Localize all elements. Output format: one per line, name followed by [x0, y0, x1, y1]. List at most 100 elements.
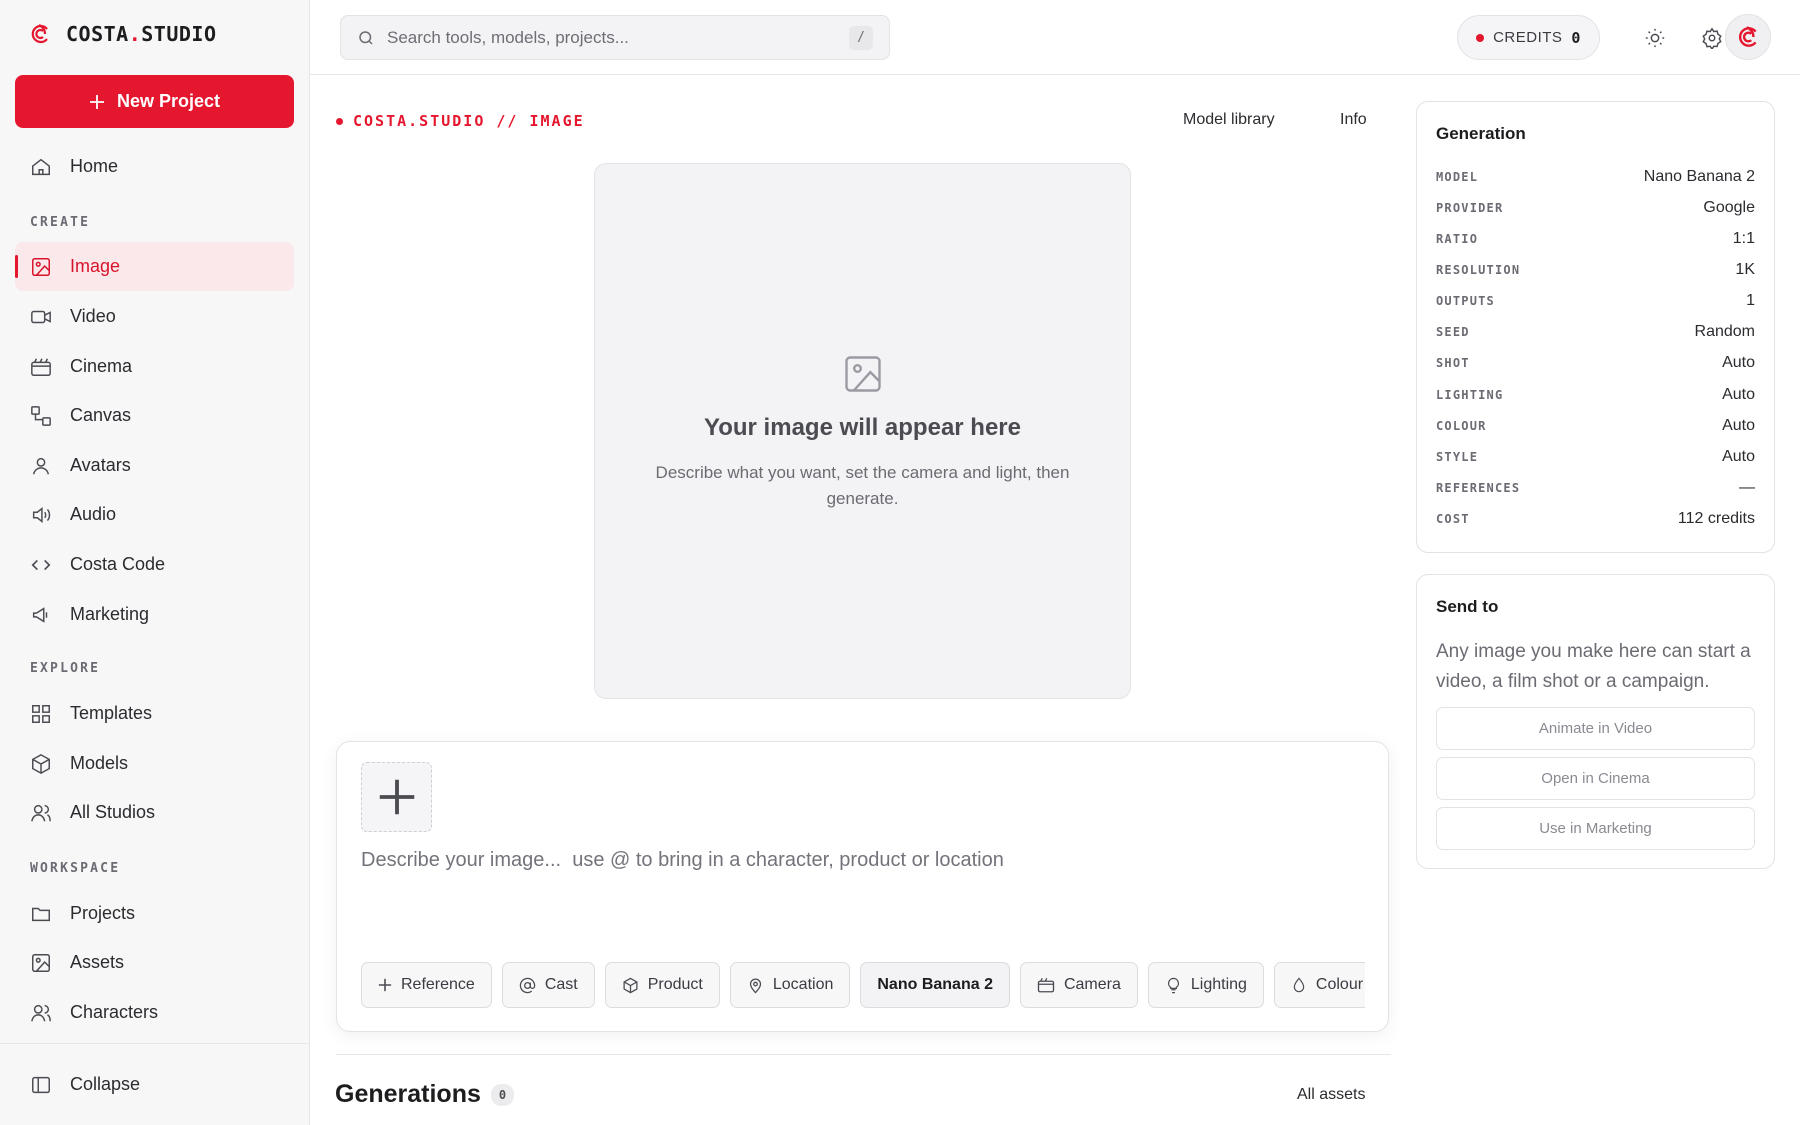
generations-count-badge: 0 [490, 1083, 515, 1106]
new-project-label: New Project [116, 91, 221, 111]
chip-label: Lighting [1190, 976, 1247, 993]
sidebar-item-costa-code[interactable]: Costa Code [15, 540, 294, 589]
setting-row-resolution: RESOLUTION 1K [1436, 259, 1755, 281]
chip-colour[interactable]: Colour [1273, 962, 1365, 1008]
chip-lighting[interactable]: Lighting [1147, 962, 1264, 1008]
sidebar-item-canvas[interactable]: Canvas [15, 391, 294, 440]
sidebar-divider [0, 1043, 310, 1044]
grid-icon [30, 703, 52, 725]
all-assets-link[interactable]: All assets [1297, 1086, 1365, 1104]
setting-row-provider: PROVIDER Google [1436, 197, 1755, 219]
sidebar-item-avatars[interactable]: Avatars [15, 441, 294, 490]
section-label-workspace: WORKSPACE [30, 861, 121, 876]
sidebar-item-home[interactable]: Home [15, 142, 294, 191]
brand-logo[interactable]: COSTA.STUDIO [28, 22, 217, 46]
sidebar-item-label: Cinema [70, 356, 133, 376]
setting-value: Auto [1722, 448, 1755, 465]
credits-value: 0 [1571, 28, 1581, 47]
setting-value: Auto [1722, 386, 1755, 403]
sidebar-item-label: Projects [70, 903, 136, 923]
costa-logo-icon [1735, 24, 1761, 50]
chip-label: Nano Banana 2 [877, 976, 993, 993]
setting-key: RESOLUTION [1436, 263, 1521, 277]
sidebar-item-marketing[interactable]: Marketing [15, 590, 294, 639]
theme-toggle-button[interactable] [1635, 18, 1675, 58]
sidebar-item-label: Image [70, 256, 121, 276]
speaker-icon [30, 504, 52, 526]
search-icon [357, 29, 375, 47]
avatar[interactable] [1725, 14, 1771, 60]
bulb-icon [1165, 977, 1182, 994]
section-label-create: CREATE [30, 215, 91, 230]
setting-key: PROVIDER [1436, 201, 1504, 215]
search-input[interactable]: Search tools, models, projects... / [340, 15, 890, 60]
generations-header: Generations 0 [335, 1080, 515, 1109]
sidebar-item-label: Canvas [70, 405, 132, 425]
setting-value: Google [1703, 199, 1755, 216]
sidebar: COSTA.STUDIO New Project Home CREATE Ima… [0, 0, 310, 1125]
people-icon [30, 1002, 52, 1024]
image-icon [30, 256, 52, 278]
search-placeholder: Search tools, models, projects... [387, 27, 629, 47]
setting-row-seed: SEED Random [1436, 321, 1755, 343]
chip-product[interactable]: Product [604, 962, 720, 1008]
sidebar-item-assets[interactable]: Assets [15, 938, 294, 987]
chip-camera[interactable]: Camera [1019, 962, 1138, 1008]
sidebar-item-cinema[interactable]: Cinema [15, 342, 294, 391]
open-in-cinema-button[interactable]: Open in Cinema [1436, 757, 1755, 800]
prompt-composer: Reference Cast Product Location Nano Ban… [336, 741, 1389, 1032]
setting-row-ratio: RATIO 1:1 [1436, 228, 1755, 250]
sidebar-item-label: Marketing [70, 604, 150, 624]
new-project-button[interactable]: New Project [15, 75, 294, 128]
setting-value: Auto [1722, 417, 1755, 434]
chip-label: Camera [1063, 976, 1121, 993]
setting-value: Random [1694, 323, 1755, 340]
sidebar-item-characters[interactable]: Characters [15, 988, 294, 1037]
sidebar-item-all-studios[interactable]: All Studios [15, 788, 294, 837]
use-in-marketing-button[interactable]: Use in Marketing [1436, 807, 1755, 850]
setting-value: — [1739, 479, 1755, 496]
credits-badge[interactable]: CREDITS 0 [1457, 15, 1600, 60]
setting-key: SHOT [1436, 356, 1470, 370]
chip-reference[interactable]: Reference [361, 962, 492, 1008]
plus-icon [89, 94, 105, 110]
setting-key: LIGHTING [1436, 388, 1504, 402]
prompt-input[interactable] [361, 849, 1361, 909]
setting-row-outputs: OUTPUTS 1 [1436, 290, 1755, 312]
model-library-link[interactable]: Model library [1183, 111, 1275, 129]
info-link[interactable]: Info [1340, 111, 1367, 129]
setting-key: SEED [1436, 325, 1470, 339]
setting-key: COLOUR [1436, 419, 1487, 433]
chip-cast[interactable]: Cast [501, 962, 595, 1008]
pin-icon [747, 977, 764, 994]
sidebar-item-projects[interactable]: Projects [15, 889, 294, 938]
chip-label: Location [772, 976, 834, 993]
clapper-icon [30, 356, 52, 378]
plus-icon [374, 774, 420, 820]
sidebar-item-image[interactable]: Image [15, 242, 294, 291]
setting-key: STYLE [1436, 450, 1479, 464]
setting-row-cost: COST 112 credits [1436, 508, 1755, 530]
add-reference-button[interactable] [361, 762, 432, 832]
sidebar-item-audio[interactable]: Audio [15, 490, 294, 539]
sidebar-item-templates[interactable]: Templates [15, 689, 294, 738]
setting-value: 112 credits [1677, 510, 1755, 527]
collapse-button[interactable]: Collapse [15, 1060, 294, 1109]
camera-icon [1037, 976, 1055, 994]
sidebar-item-label: Characters [70, 1002, 159, 1022]
search-shortcut-hint: / [849, 25, 873, 50]
sidebar-item-video[interactable]: Video [15, 292, 294, 341]
setting-value: 1K [1735, 261, 1755, 278]
section-label-explore: EXPLORE [30, 661, 101, 676]
chip-location[interactable]: Location [729, 962, 851, 1008]
animate-in-video-button[interactable]: Animate in Video [1436, 707, 1755, 750]
setting-key: COST [1436, 512, 1470, 526]
credits-status-dot [1476, 33, 1485, 42]
image-preview-area: Your image will appear here Describe wha… [594, 163, 1131, 699]
setting-key: OUTPUTS [1436, 294, 1495, 308]
chip-model-select[interactable]: Nano Banana 2 [860, 962, 1010, 1008]
sidebar-item-models[interactable]: Models [15, 739, 294, 788]
setting-key: MODEL [1436, 170, 1479, 184]
generation-panel-title: Generation [1436, 124, 1526, 143]
collapse-label: Collapse [70, 1074, 141, 1094]
